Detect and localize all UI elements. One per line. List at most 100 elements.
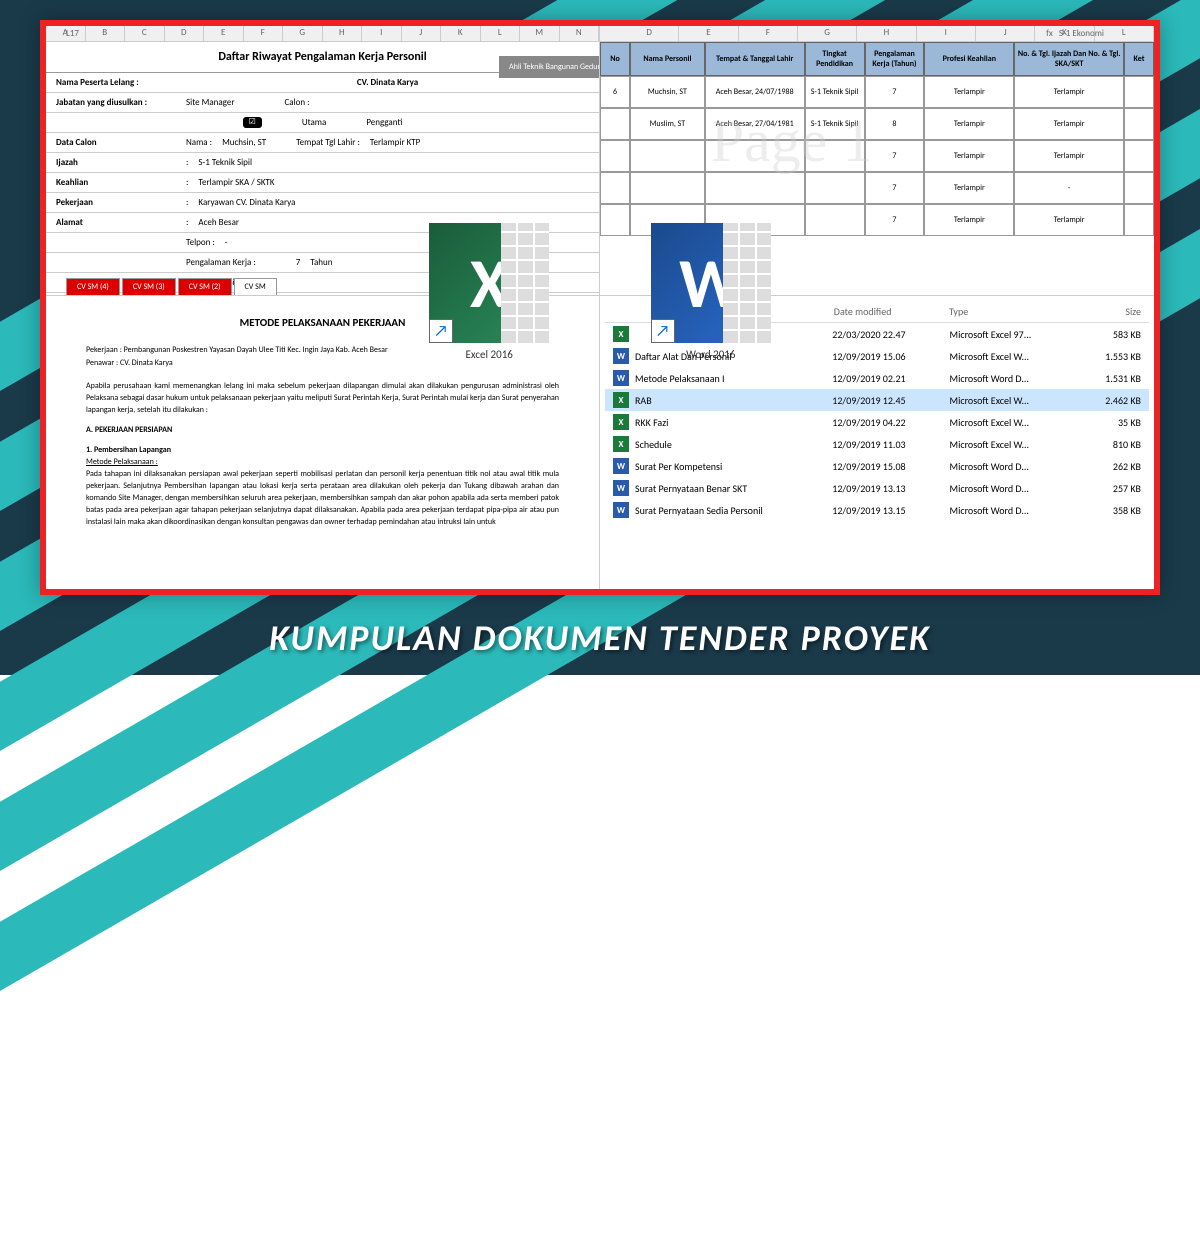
col-header[interactable]: L (481, 26, 521, 41)
table-row[interactable]: Muslim, STAceh Besar, 27/04/1981S-1 Tekn… (600, 108, 1154, 140)
col-header[interactable]: F (739, 26, 798, 41)
sheet-tab[interactable]: CV SM (3) (122, 278, 176, 295)
table-cell: 7 (865, 140, 925, 172)
file-type: Microsoft Word D... (950, 460, 1071, 473)
field-label: Nama Peserta Lelang : (56, 77, 176, 88)
col-header[interactable]: I (917, 26, 976, 41)
file-size: 262 KB (1076, 460, 1141, 473)
field-label: Data Calon (56, 137, 176, 148)
word-file-icon: W (613, 458, 629, 474)
col-header[interactable]: E (204, 26, 244, 41)
field-value: Karyawan CV. Dinata Karya (198, 197, 295, 208)
field-value: Terlampir SKA / SKTK (198, 177, 274, 188)
table-cell: Terlampir (924, 140, 1014, 172)
col-size[interactable]: Size (1074, 305, 1141, 318)
file-date: 12/09/2019 15.06 (832, 350, 943, 363)
field-value: 7 (296, 257, 301, 268)
col-header[interactable]: E (679, 26, 738, 41)
col-header[interactable]: H (323, 26, 363, 41)
col-header[interactable]: G (283, 26, 323, 41)
file-row[interactable]: X Schedule 12/09/2019 11.03 Microsoft Excel… (605, 433, 1149, 455)
table-cell (600, 140, 630, 172)
table-header-cell: Tingkat Pendidikan (805, 42, 865, 76)
table-body: 6Muchsin, STAceh Besar, 24/07/1988S-1 Te… (600, 76, 1154, 236)
excel-file-icon: X (613, 436, 629, 452)
table-header: NoNama PersonilTempat & Tanggal LahirTin… (600, 42, 1154, 76)
col-header[interactable]: I (362, 26, 402, 41)
file-row[interactable]: W Metode Pelaksanaan I 12/09/2019 02.21 Mic… (605, 367, 1149, 389)
col-header[interactable]: J (976, 26, 1035, 41)
file-row[interactable]: XRKK Fazi12/09/2019 04.22Microsoft Excel… (605, 411, 1149, 433)
file-date: 12/09/2019 13.13 (832, 482, 943, 495)
file-date: 12/09/2019 11.03 (832, 438, 943, 451)
table-row[interactable]: 7TerlampirTerlampir (600, 140, 1154, 172)
table-cell (630, 172, 705, 204)
sheet-tabs[interactable]: CV SM (4)CV SM (3)CV SM (2)CV SM (66, 278, 277, 295)
field-value: S-1 Teknik Sipil (198, 157, 252, 168)
table-row[interactable]: 7Terlampir- (600, 172, 1154, 204)
col-header[interactable]: G (798, 26, 857, 41)
col-header[interactable]: D (620, 26, 679, 41)
table-cell: Terlampir (1014, 204, 1124, 236)
col-header[interactable]: C (125, 26, 165, 41)
banner-title: KUMPULAN DOKUMEN TENDER PROYEK (0, 616, 1200, 660)
field-unit: Tahun (310, 257, 332, 268)
formula-bar[interactable]: fx S-1 Ekonomi (1046, 28, 1104, 39)
col-header[interactable]: J (402, 26, 442, 41)
col-header[interactable]: D (165, 26, 205, 41)
file-name: RAB (635, 394, 652, 407)
table-cell: Terlampir (924, 108, 1014, 140)
sheet-tab[interactable]: CV SM (234, 278, 277, 295)
word-file-icon: W (613, 370, 629, 386)
file-type: Microsoft Excel W... (950, 416, 1071, 429)
file-name: Surat Pernyataan Benar SKT (635, 482, 747, 495)
col-header[interactable]: F (244, 26, 284, 41)
col-header[interactable]: H (857, 26, 916, 41)
file-name: Metode Pelaksanaan I (635, 372, 725, 385)
col-header[interactable]: M (520, 26, 560, 41)
col-header[interactable]: K (441, 26, 481, 41)
field-value: Aceh Besar (198, 217, 239, 228)
excel-file-icon: X (613, 392, 629, 408)
option-utama: Utama (302, 117, 327, 128)
col-header[interactable]: N (560, 26, 600, 41)
field-label: Ijazah (56, 157, 176, 168)
sheet-tab[interactable]: CV SM (4) (66, 278, 120, 295)
table-cell: 7 (865, 76, 925, 108)
table-row[interactable]: 6Muchsin, STAceh Besar, 24/07/1988S-1 Te… (600, 76, 1154, 108)
col-header[interactable]: B (86, 26, 126, 41)
sheet-tab[interactable]: CV SM (2) (178, 278, 232, 295)
file-type: Microsoft Excel W... (950, 350, 1071, 363)
col-date[interactable]: Date modified (834, 305, 949, 318)
file-size: 1.531 KB (1076, 372, 1141, 385)
file-type: Microsoft Word D... (950, 372, 1071, 385)
side-note: Ahli Teknik Bangunan Gedun (499, 56, 600, 78)
col-type[interactable]: Type (949, 305, 1074, 318)
file-date: 12/09/2019 12.45 (832, 394, 943, 407)
file-type: Microsoft Word D... (950, 504, 1071, 517)
file-row[interactable]: WSurat Pernyataan Benar SKT12/09/2019 13… (605, 477, 1149, 499)
field-value: Site Manager (186, 97, 234, 108)
file-size: 2.462 KB (1076, 394, 1141, 407)
field-value: - (225, 237, 228, 248)
excel-icon[interactable]: X ↗ (429, 223, 549, 343)
file-type: Microsoft Excel W... (950, 438, 1071, 451)
field-label: Pekerjaan (56, 197, 176, 208)
word-icon[interactable]: W ↗ (651, 223, 771, 343)
file-type: Microsoft Excel W... (950, 394, 1071, 407)
table-cell (630, 140, 705, 172)
excel-file-icon: X (613, 414, 629, 430)
field-label: Calon : (284, 97, 309, 108)
file-row[interactable]: WSurat Per Kompetensi12/09/2019 15.08Mic… (605, 455, 1149, 477)
file-date: 12/09/2019 02.21 (832, 372, 943, 385)
file-name: Surat Pernyataan Sedia Personil (635, 504, 763, 517)
field-value: CV. Dinata Karya (186, 77, 589, 88)
field-label: Pengalaman Kerja : (186, 257, 256, 268)
app-label: Word 2016 (686, 348, 735, 361)
file-row[interactable]: X RAB 12/09/2019 12.45 Microsoft Excel W...… (605, 389, 1149, 411)
table-cell: 8 (865, 108, 925, 140)
file-type: Microsoft Excel 97... (950, 328, 1071, 341)
table-cell (1124, 108, 1154, 140)
file-row[interactable]: WSurat Pernyataan Sedia Personil12/09/20… (605, 499, 1149, 521)
file-name: Schedule (635, 438, 672, 451)
